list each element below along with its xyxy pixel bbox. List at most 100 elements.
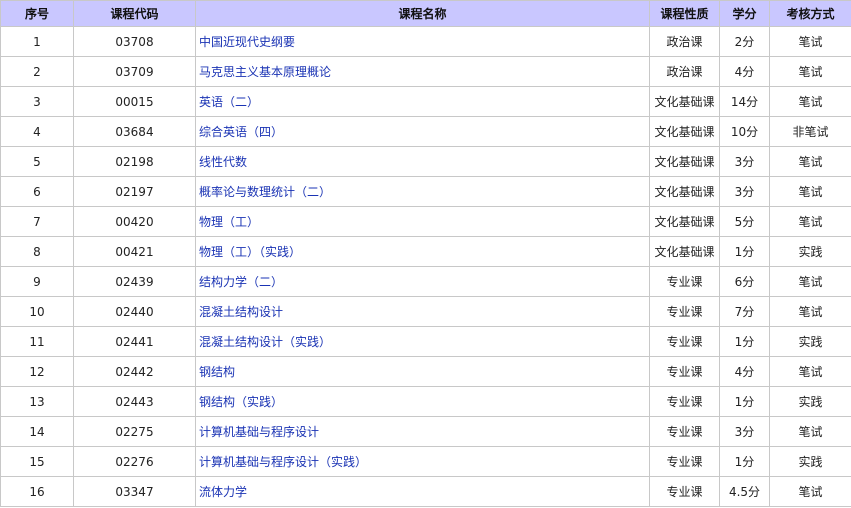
table-row: 14 02275 计算机基础与程序设计 专业课 3分 笔试 bbox=[0, 416, 851, 447]
cell-course-code: 02441 bbox=[73, 326, 196, 357]
cell-exam-method: 实践 bbox=[769, 326, 851, 357]
header-seq: 序号 bbox=[0, 0, 74, 27]
course-name-link[interactable]: 钢结构（实践） bbox=[199, 395, 283, 409]
cell-credit: 14分 bbox=[719, 86, 770, 117]
cell-exam-method: 笔试 bbox=[769, 176, 851, 207]
cell-exam-method: 笔试 bbox=[769, 356, 851, 387]
course-name-link[interactable]: 物理（工）（实践） bbox=[199, 245, 301, 259]
course-name-link[interactable]: 流体力学 bbox=[199, 485, 247, 499]
cell-credit: 1分 bbox=[719, 386, 770, 417]
cell-exam-method: 笔试 bbox=[769, 26, 851, 57]
cell-credit: 4分 bbox=[719, 56, 770, 87]
header-exam: 考核方式 bbox=[769, 0, 851, 27]
cell-credit: 10分 bbox=[719, 116, 770, 147]
cell-seq: 13 bbox=[0, 386, 74, 417]
cell-seq: 11 bbox=[0, 326, 74, 357]
cell-course-type: 政治课 bbox=[649, 26, 720, 57]
cell-seq: 3 bbox=[0, 86, 74, 117]
cell-seq: 10 bbox=[0, 296, 74, 327]
cell-course-type: 文化基础课 bbox=[649, 86, 720, 117]
cell-course-name: 结构力学（二） bbox=[195, 266, 650, 297]
cell-course-code: 03709 bbox=[73, 56, 196, 87]
cell-exam-method: 笔试 bbox=[769, 206, 851, 237]
cell-course-name: 中国近现代史纲要 bbox=[195, 26, 650, 57]
cell-credit: 1分 bbox=[719, 236, 770, 267]
table-row: 8 00421 物理（工）（实践） 文化基础课 1分 实践 bbox=[0, 236, 851, 267]
cell-course-name: 物理（工）（实践） bbox=[195, 236, 650, 267]
cell-course-name: 计算机基础与程序设计 bbox=[195, 416, 650, 447]
course-name-link[interactable]: 综合英语（四） bbox=[199, 125, 283, 139]
cell-seq: 8 bbox=[0, 236, 74, 267]
course-name-link[interactable]: 计算机基础与程序设计 bbox=[199, 425, 319, 439]
cell-credit: 7分 bbox=[719, 296, 770, 327]
cell-credit: 5分 bbox=[719, 206, 770, 237]
cell-course-name: 流体力学 bbox=[195, 476, 650, 507]
table-row: 9 02439 结构力学（二） 专业课 6分 笔试 bbox=[0, 266, 851, 297]
cell-course-code: 02439 bbox=[73, 266, 196, 297]
cell-seq: 6 bbox=[0, 176, 74, 207]
cell-exam-method: 非笔试 bbox=[769, 116, 851, 147]
table-row: 1 03708 中国近现代史纲要 政治课 2分 笔试 bbox=[0, 26, 851, 57]
cell-course-type: 专业课 bbox=[649, 416, 720, 447]
cell-course-code: 02443 bbox=[73, 386, 196, 417]
table-header: 序号 课程代码 课程名称 课程性质 学分 考核方式 bbox=[0, 0, 851, 27]
course-name-link[interactable]: 马克思主义基本原理概论 bbox=[199, 65, 331, 79]
cell-credit: 3分 bbox=[719, 176, 770, 207]
table-row: 6 02197 概率论与数理统计（二） 文化基础课 3分 笔试 bbox=[0, 176, 851, 207]
table-row: 5 02198 线性代数 文化基础课 3分 笔试 bbox=[0, 146, 851, 177]
course-name-link[interactable]: 概率论与数理统计（二） bbox=[199, 185, 331, 199]
cell-course-type: 专业课 bbox=[649, 386, 720, 417]
cell-course-type: 文化基础课 bbox=[649, 116, 720, 147]
cell-course-type: 专业课 bbox=[649, 356, 720, 387]
cell-seq: 1 bbox=[0, 26, 74, 57]
cell-course-type: 文化基础课 bbox=[649, 236, 720, 267]
cell-credit: 3分 bbox=[719, 416, 770, 447]
cell-course-code: 02275 bbox=[73, 416, 196, 447]
cell-course-name: 混凝土结构设计（实践） bbox=[195, 326, 650, 357]
cell-course-code: 02276 bbox=[73, 446, 196, 477]
course-name-link[interactable]: 线性代数 bbox=[199, 155, 247, 169]
cell-seq: 12 bbox=[0, 356, 74, 387]
cell-course-name: 钢结构 bbox=[195, 356, 650, 387]
cell-course-type: 文化基础课 bbox=[649, 146, 720, 177]
cell-course-name: 钢结构（实践） bbox=[195, 386, 650, 417]
cell-course-name: 马克思主义基本原理概论 bbox=[195, 56, 650, 87]
cell-exam-method: 笔试 bbox=[769, 476, 851, 507]
cell-credit: 3分 bbox=[719, 146, 770, 177]
cell-course-name: 综合英语（四） bbox=[195, 116, 650, 147]
cell-seq: 16 bbox=[0, 476, 74, 507]
table-row: 15 02276 计算机基础与程序设计（实践） 专业课 1分 实践 bbox=[0, 446, 851, 477]
cell-seq: 4 bbox=[0, 116, 74, 147]
header-name: 课程名称 bbox=[195, 0, 650, 27]
table-row: 16 03347 流体力学 专业课 4.5分 笔试 bbox=[0, 476, 851, 507]
cell-seq: 7 bbox=[0, 206, 74, 237]
course-name-link[interactable]: 混凝土结构设计 bbox=[199, 305, 283, 319]
cell-credit: 1分 bbox=[719, 326, 770, 357]
cell-exam-method: 笔试 bbox=[769, 86, 851, 117]
cell-course-code: 00420 bbox=[73, 206, 196, 237]
course-name-link[interactable]: 计算机基础与程序设计（实践） bbox=[199, 455, 367, 469]
course-name-link[interactable]: 钢结构 bbox=[199, 365, 235, 379]
cell-course-code: 03708 bbox=[73, 26, 196, 57]
cell-course-code: 03347 bbox=[73, 476, 196, 507]
course-name-link[interactable]: 英语（二） bbox=[199, 95, 259, 109]
table-row: 10 02440 混凝土结构设计 专业课 7分 笔试 bbox=[0, 296, 851, 327]
cell-course-code: 02197 bbox=[73, 176, 196, 207]
cell-credit: 2分 bbox=[719, 26, 770, 57]
cell-course-type: 专业课 bbox=[649, 296, 720, 327]
course-name-link[interactable]: 结构力学（二） bbox=[199, 275, 283, 289]
cell-credit: 4.5分 bbox=[719, 476, 770, 507]
course-name-link[interactable]: 物理（工） bbox=[199, 215, 259, 229]
cell-exam-method: 笔试 bbox=[769, 416, 851, 447]
cell-seq: 2 bbox=[0, 56, 74, 87]
header-type: 课程性质 bbox=[649, 0, 720, 27]
course-name-link[interactable]: 混凝土结构设计（实践） bbox=[199, 335, 331, 349]
cell-course-name: 英语（二） bbox=[195, 86, 650, 117]
course-name-link[interactable]: 中国近现代史纲要 bbox=[199, 35, 295, 49]
cell-exam-method: 笔试 bbox=[769, 296, 851, 327]
cell-exam-method: 实践 bbox=[769, 446, 851, 477]
cell-course-type: 文化基础课 bbox=[649, 206, 720, 237]
table-row: 12 02442 钢结构 专业课 4分 笔试 bbox=[0, 356, 851, 387]
table-row: 2 03709 马克思主义基本原理概论 政治课 4分 笔试 bbox=[0, 56, 851, 87]
table-row: 7 00420 物理（工） 文化基础课 5分 笔试 bbox=[0, 206, 851, 237]
